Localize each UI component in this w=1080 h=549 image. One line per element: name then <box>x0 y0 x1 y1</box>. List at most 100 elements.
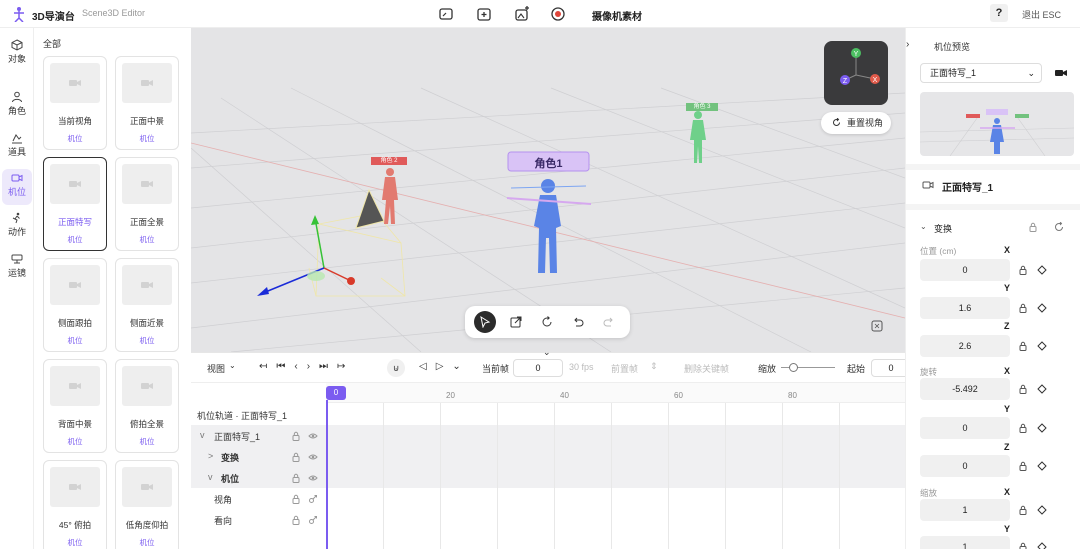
rotation-z-field[interactable]: 0 <box>920 455 1010 477</box>
shot-card[interactable]: 当前视角 机位 <box>43 56 107 150</box>
chevron-down-icon[interactable]: ⌄ <box>229 361 236 370</box>
lock-icon[interactable] <box>1018 542 1028 549</box>
delete-keyframe-button[interactable]: 删除关键帧 <box>684 362 729 375</box>
eye-icon[interactable] <box>308 431 318 441</box>
add-icon[interactable] <box>476 6 492 22</box>
scale-y-field[interactable]: 1 <box>920 536 1010 549</box>
keyframe-icon[interactable] <box>1037 384 1047 394</box>
eye-icon[interactable] <box>308 452 318 462</box>
lock-icon[interactable] <box>291 452 301 462</box>
chevron-down-icon: ⌄ <box>1027 68 1035 78</box>
camera-icon <box>11 174 23 182</box>
view-menu[interactable]: 视图 <box>207 362 225 375</box>
timeline-ruler[interactable]: 0 20 40 60 80 <box>326 383 905 403</box>
keyframe-icon[interactable] <box>1037 423 1047 433</box>
lock-icon[interactable] <box>1028 222 1038 232</box>
lock-icon[interactable] <box>1018 265 1028 275</box>
rail-item-characters[interactable]: 角色 <box>2 88 32 124</box>
lock-icon[interactable] <box>1018 423 1028 433</box>
expand-icon[interactable]: v <box>208 472 213 482</box>
current-frame-input[interactable]: 0 <box>513 359 563 377</box>
lock-icon[interactable] <box>1018 341 1028 351</box>
camera-select[interactable]: 正面特写_1 ⌄ <box>920 63 1042 83</box>
ruler-tick: 40 <box>560 391 569 400</box>
lock-icon[interactable] <box>1018 505 1028 515</box>
lock-icon[interactable] <box>1018 303 1028 313</box>
record-icon[interactable] <box>550 6 566 22</box>
lock-icon[interactable] <box>1018 461 1028 471</box>
lock-icon[interactable] <box>291 494 301 504</box>
shot-card[interactable]: 45° 俯拍 机位 <box>43 460 107 549</box>
magnet-icon[interactable]: ⊍ <box>387 359 405 377</box>
shot-card[interactable]: 侧面跟拍 机位 <box>43 258 107 352</box>
eye-icon[interactable] <box>308 473 318 483</box>
fullscreen-icon[interactable] <box>871 320 883 332</box>
lock-icon[interactable] <box>291 431 301 441</box>
prev-key-button[interactable]: 前置帧 <box>611 362 638 375</box>
link-icon[interactable] <box>308 494 318 504</box>
undo-icon <box>574 317 584 327</box>
shot-card[interactable]: 正面特写 机位 <box>43 157 107 251</box>
chevron-down-icon[interactable]: ⌄ <box>920 222 927 231</box>
reset-view-button[interactable]: 重置视角 <box>821 112 891 134</box>
track-grid[interactable] <box>326 403 905 549</box>
redo-button[interactable] <box>598 311 620 333</box>
move-tool-button[interactable] <box>505 311 527 333</box>
position-y-field[interactable]: 1.6 <box>920 297 1010 319</box>
rail-item-camera[interactable]: 机位 <box>2 169 32 205</box>
keyframe-icon[interactable] <box>1037 505 1047 515</box>
playhead-marker[interactable]: 0 <box>326 386 346 400</box>
shot-card[interactable]: 正面全景 机位 <box>115 157 179 251</box>
shot-card[interactable]: 俯拍全景 机位 <box>115 359 179 453</box>
screen-icon[interactable] <box>438 6 454 22</box>
help-button[interactable]: ? <box>990 4 1008 22</box>
keyframe-icon[interactable] <box>1037 341 1047 351</box>
lock-icon[interactable] <box>1018 384 1028 394</box>
keyframe-icon[interactable] <box>1037 265 1047 275</box>
shot-card[interactable]: 背面中景 机位 <box>43 359 107 453</box>
rail-item-props[interactable]: 道具 <box>2 129 32 165</box>
zoom-slider-thumb[interactable] <box>789 363 798 372</box>
person-icon <box>12 91 22 103</box>
scale-x-field[interactable]: 1 <box>920 499 1010 521</box>
expand-icon[interactable]: v <box>200 430 205 440</box>
rotation-x-field[interactable]: -5.492 <box>920 378 1010 400</box>
collapse-panel-icon[interactable]: › <box>906 39 909 50</box>
3d-viewport[interactable]: 角色1 角色 2 角色 3 Y X Z 重置视角 <box>191 28 905 352</box>
lock-icon[interactable] <box>291 515 301 525</box>
stepper-icon[interactable]: ⇕ <box>650 361 658 372</box>
orientation-gizmo[interactable]: Y X Z <box>824 41 888 105</box>
gizmo-z-label: Z <box>843 78 848 85</box>
rail-item-camera-move[interactable]: 运镜 <box>2 250 32 286</box>
rail-item-objects[interactable]: 对象 <box>2 36 32 72</box>
exit-button[interactable]: 退出 ESC <box>1022 8 1061 21</box>
media-add-icon[interactable] <box>514 6 530 22</box>
camera-icon <box>141 282 153 288</box>
position-z-field[interactable]: 2.6 <box>920 335 1010 357</box>
select-tool-button[interactable] <box>474 311 496 333</box>
fps-label: 30 fps <box>569 362 594 372</box>
rotation-y-field[interactable]: 0 <box>920 417 1010 439</box>
shot-card[interactable]: 正面中景 机位 <box>115 56 179 150</box>
transport-controls[interactable]: ↤⏮‹›⏭↦ <box>259 361 354 372</box>
camera-icon <box>141 80 153 86</box>
shot-card[interactable]: 侧面近景 机位 <box>115 258 179 352</box>
keyframe-icon[interactable] <box>1037 303 1047 313</box>
rail-item-label: 机位 <box>7 187 26 197</box>
playback-controls[interactable]: ◁▷⌄ <box>419 361 470 372</box>
video-camera-icon[interactable] <box>1054 68 1068 78</box>
reset-icon[interactable] <box>1054 222 1064 232</box>
expand-icon[interactable]: > <box>208 451 213 461</box>
link-icon[interactable] <box>308 515 318 525</box>
position-x-field[interactable]: 0 <box>920 259 1010 281</box>
lock-icon[interactable] <box>291 473 301 483</box>
rail-item-actions[interactable]: 动作 <box>2 209 32 245</box>
shot-tag: 机位 <box>67 336 83 345</box>
keyframe-icon[interactable] <box>1037 542 1047 549</box>
rotate-tool-button[interactable] <box>536 311 558 333</box>
undo-button[interactable] <box>567 311 589 333</box>
shot-card[interactable]: 低角度仰拍 机位 <box>115 460 179 549</box>
collapse-chevron-icon[interactable]: ⌄ <box>543 347 551 358</box>
object-name: 正面特写_1 <box>942 183 994 194</box>
keyframe-icon[interactable] <box>1037 461 1047 471</box>
